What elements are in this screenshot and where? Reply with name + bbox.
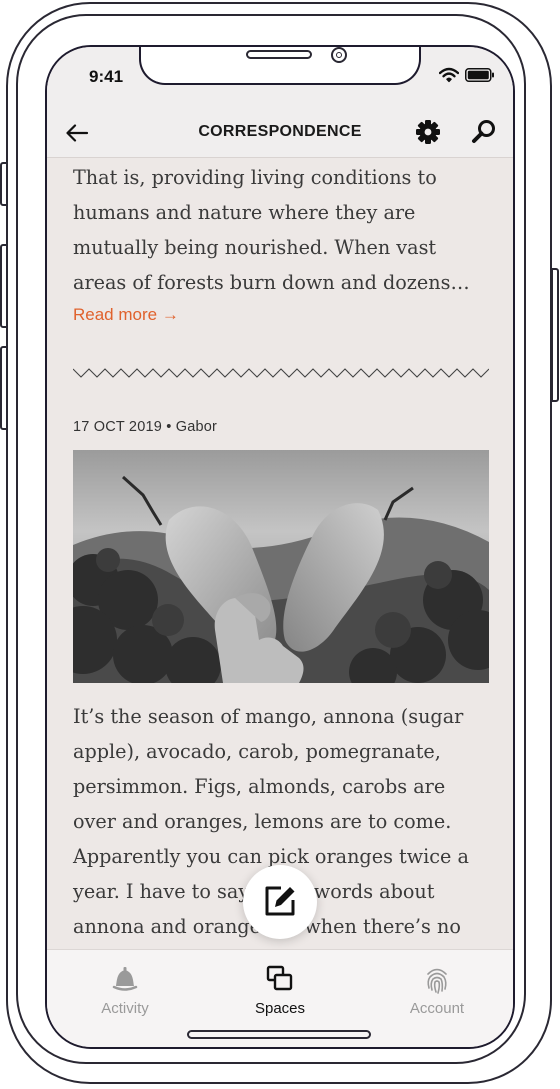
battery-icon bbox=[465, 68, 494, 82]
feed-scroll-area[interactable]: That is, providing living conditions to … bbox=[47, 157, 513, 949]
gear-icon[interactable] bbox=[413, 117, 443, 147]
device-side-button-left-1 bbox=[0, 162, 8, 206]
tab-account[interactable]: Account bbox=[377, 962, 497, 1017]
post-text-line: humans and nature where they are bbox=[73, 201, 416, 224]
device-side-button-left-2 bbox=[0, 244, 8, 328]
wifi-icon bbox=[439, 67, 459, 83]
edit-icon bbox=[265, 886, 295, 916]
post-text-line: That is, providing living conditions to bbox=[73, 166, 437, 189]
device-notch bbox=[139, 47, 421, 85]
page-title: CORRESPONDENCE bbox=[198, 123, 362, 140]
fingerprint-icon bbox=[427, 968, 447, 994]
front-camera bbox=[331, 47, 347, 63]
tab-label: Account bbox=[409, 1000, 465, 1017]
read-more-link[interactable]: Read more → bbox=[73, 305, 179, 325]
post-text-line: over and oranges, lemons are to come. bbox=[73, 810, 452, 833]
tab-spaces[interactable]: Spaces bbox=[220, 962, 340, 1017]
spaces-icon bbox=[266, 965, 293, 991]
post-text-line: It’s the season of mango, annona (sugar bbox=[73, 705, 464, 728]
speaker-grille bbox=[246, 50, 312, 59]
device-side-button-right bbox=[551, 268, 559, 402]
post-text-line: mutually being nourished. When vast bbox=[73, 236, 437, 259]
post-meta: 17 OCT 2019 • Gabor bbox=[73, 419, 218, 435]
top-nav-bar: CORRESPONDENCE bbox=[47, 115, 513, 158]
tab-label: Spaces bbox=[254, 1000, 306, 1017]
bottom-tab-bar: Activity Spaces Account bbox=[47, 949, 513, 1047]
phone-screen: 9:41 CORRESPONDENCE That is, providing l… bbox=[45, 45, 515, 1049]
tab-label: Activity bbox=[101, 1000, 149, 1017]
tab-activity[interactable]: Activity bbox=[65, 962, 185, 1017]
post-image[interactable] bbox=[73, 450, 489, 683]
status-time: 9:41 bbox=[89, 67, 124, 86]
bell-icon bbox=[112, 967, 138, 991]
device-side-button-left-3 bbox=[0, 346, 8, 430]
home-indicator bbox=[187, 1030, 371, 1039]
compose-button[interactable] bbox=[243, 865, 317, 939]
post-divider bbox=[73, 368, 489, 378]
post-text-line: persimmon. Figs, almonds, carobs are bbox=[73, 775, 446, 798]
post-text-line: apple), avocado, carob, pomegranate, bbox=[73, 740, 441, 763]
post-text-line: areas of forests burn down and dozens… bbox=[73, 271, 470, 294]
search-icon[interactable] bbox=[469, 117, 499, 147]
